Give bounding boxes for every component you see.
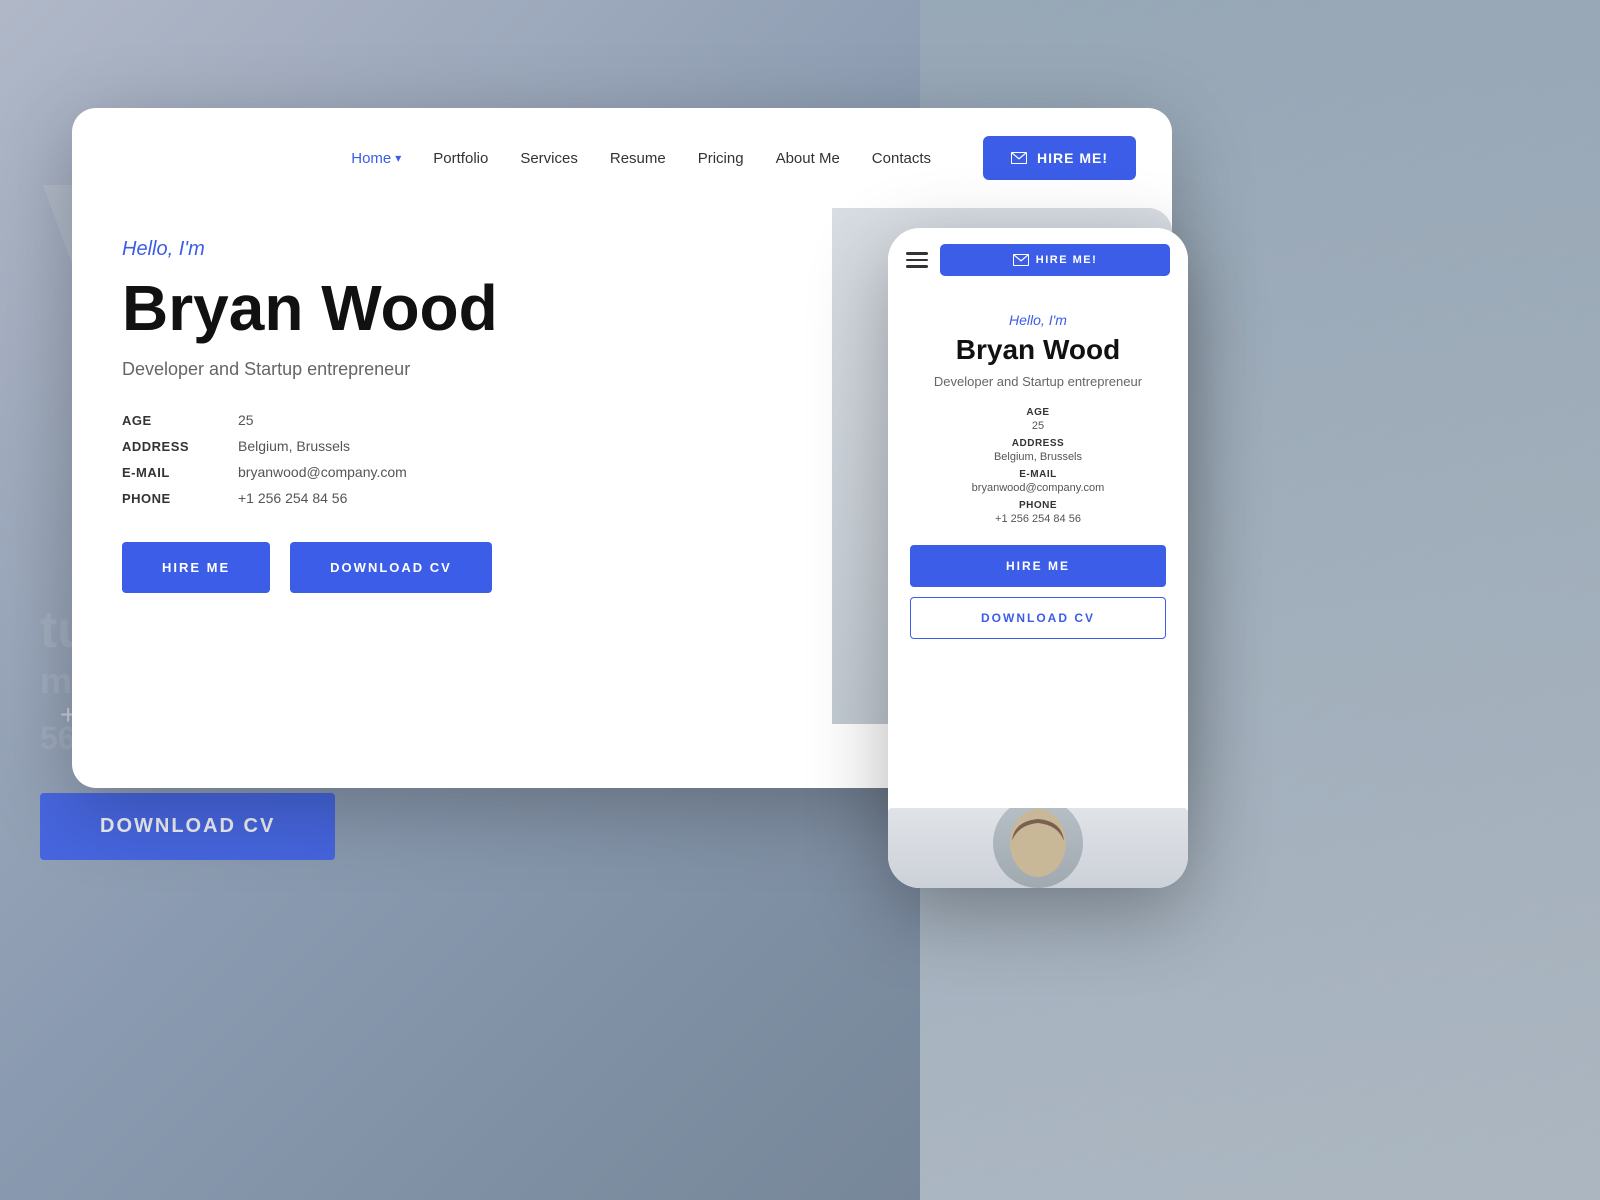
hamburger-line-3	[906, 265, 928, 268]
navigation: Home Portfolio Services Resume Pricing A…	[72, 108, 1172, 208]
mobile-email-value: bryanwood@company.com	[972, 482, 1105, 494]
mobile-subtitle: Developer and Startup entrepreneur	[934, 374, 1142, 389]
mobile-age-label: AGE	[1026, 407, 1049, 418]
mobile-email-label: E-MAIL	[1019, 469, 1056, 480]
nav-contacts[interactable]: Contacts	[872, 150, 931, 167]
bg-download-button: DOWNLOAD CV	[40, 793, 335, 860]
hamburger-menu-button[interactable]	[906, 252, 928, 268]
mobile-email-block: E-MAIL bryanwood@company.com	[910, 469, 1166, 494]
nav-services[interactable]: Services	[520, 150, 578, 167]
mobile-info-table: AGE 25 ADDRESS Belgium, Brussels E-MAIL …	[910, 407, 1166, 525]
subtitle-text: Developer and Startup entrepreneur	[122, 359, 782, 380]
mobile-hire-nav-button[interactable]: HIRE ME!	[940, 244, 1170, 276]
mobile-address-block: ADDRESS Belgium, Brussels	[910, 438, 1166, 463]
mobile-phone-value: +1 256 254 84 56	[995, 513, 1081, 525]
mobile-photo-preview	[888, 808, 1188, 888]
mobile-phone-block: PHONE +1 256 254 84 56	[910, 500, 1166, 525]
email-label: E-MAIL	[122, 465, 222, 480]
age-label: AGE	[122, 413, 222, 428]
nav-home[interactable]: Home	[351, 150, 401, 167]
mobile-mail-icon	[1013, 254, 1029, 266]
mobile-download-cv-button[interactable]: DOWNLOAD CV	[910, 597, 1166, 639]
nav-pricing[interactable]: Pricing	[698, 150, 744, 167]
mobile-hire-nav-label: HIRE ME!	[1036, 254, 1098, 266]
card-left-content: Hello, I'm Bryan Wood Developer and Star…	[72, 208, 832, 788]
mobile-age-block: AGE 25	[910, 407, 1166, 432]
address-value: Belgium, Brussels	[238, 438, 782, 454]
mobile-hire-me-button[interactable]: HIRE ME	[910, 545, 1166, 587]
nav-resume[interactable]: Resume	[610, 150, 666, 167]
mobile-card: HIRE ME! Hello, I'm Bryan Wood Developer…	[888, 228, 1188, 888]
hamburger-line-1	[906, 252, 928, 255]
mobile-address-value: Belgium, Brussels	[994, 451, 1082, 463]
hire-me-button[interactable]: HIRE ME	[122, 542, 270, 593]
email-value: bryanwood@company.com	[238, 464, 782, 480]
phone-value: +1 256 254 84 56	[238, 490, 782, 506]
mobile-address-label: ADDRESS	[1012, 438, 1064, 449]
hamburger-line-2	[906, 259, 928, 262]
hire-btn-label: HIRE ME!	[1037, 150, 1108, 166]
age-value: 25	[238, 412, 782, 428]
mobile-name-heading: Bryan Wood	[956, 334, 1120, 366]
mobile-phone-label: PHONE	[1019, 500, 1057, 511]
mobile-person-figure	[998, 808, 1078, 888]
mobile-navigation: HIRE ME!	[888, 228, 1188, 292]
nav-about[interactable]: About Me	[776, 150, 840, 167]
nav-portfolio[interactable]: Portfolio	[433, 150, 488, 167]
mail-icon	[1011, 152, 1027, 164]
mobile-content: Hello, I'm Bryan Wood Developer and Star…	[888, 292, 1188, 808]
address-label: ADDRESS	[122, 439, 222, 454]
hello-text: Hello, I'm	[122, 238, 782, 261]
download-cv-button[interactable]: DOWNLOAD CV	[290, 542, 492, 593]
mobile-age-value: 25	[1032, 420, 1044, 432]
hire-me-nav-button[interactable]: HIRE ME!	[983, 136, 1136, 180]
phone-label: PHONE	[122, 491, 222, 506]
name-heading: Bryan Wood	[122, 273, 782, 343]
action-buttons: HIRE ME DOWNLOAD CV	[122, 542, 782, 593]
info-table: AGE 25 ADDRESS Belgium, Brussels E-MAIL …	[122, 412, 782, 506]
mobile-hello-text: Hello, I'm	[1009, 312, 1067, 328]
